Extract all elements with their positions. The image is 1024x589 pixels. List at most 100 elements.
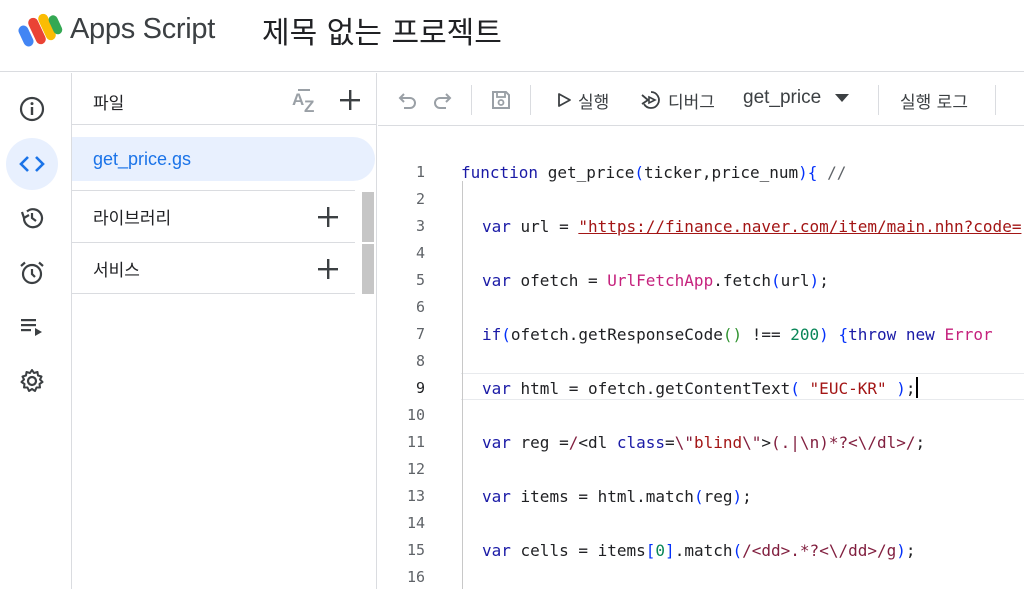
file-name: get_price.gs: [93, 149, 192, 169]
services-label: 서비스: [93, 261, 140, 281]
app-title: Apps Script: [70, 13, 215, 45]
code-line: 13 var items = html.match(reg);: [378, 483, 1024, 510]
dropdown-caret-icon: [835, 94, 850, 102]
libraries-section: 라이브러리: [72, 190, 355, 242]
code-line: 12: [378, 456, 1024, 483]
code-line: 1 function get_price(ticker,price_num){ /…: [378, 159, 1024, 186]
overview-button[interactable]: [6, 83, 58, 135]
function-select-value: get_price: [743, 87, 822, 108]
function-select[interactable]: get_price: [743, 87, 850, 109]
line-number: 5: [415, 271, 425, 289]
line-number: 7: [415, 325, 425, 343]
line-number: 15: [406, 541, 425, 559]
add-service-button[interactable]: [313, 254, 343, 284]
gear-icon: [20, 369, 44, 392]
playlist-play-icon: [21, 319, 42, 336]
toolbar-divider: [471, 85, 472, 115]
code-line: 11 var reg =/<dl class=\"blind\">(.|\n)*?…: [378, 429, 1024, 456]
app-header: Apps Script 제목 없는 프로젝트: [0, 0, 1024, 72]
file-item-get-price[interactable]: get_price.gs: [72, 137, 375, 181]
code-text: var reg =/<dl class=\"blind\">(.|\n)*?<\…: [482, 433, 926, 452]
undo-icon: [398, 93, 416, 109]
code-text: var ofetch = UrlFetchApp.fetch(url);: [482, 271, 829, 290]
line-number: 6: [415, 298, 425, 316]
editor-button[interactable]: [6, 138, 58, 190]
plus-icon: [318, 259, 338, 279]
info-icon: [19, 96, 45, 122]
apps-script-logo[interactable]: [18, 11, 64, 47]
history-icon: [20, 208, 44, 229]
code-text: var items = html.match(reg);: [482, 487, 752, 506]
svg-text:A: A: [292, 90, 304, 109]
code-line: 8: [378, 348, 1024, 375]
execution-log-button[interactable]: 실행 로그: [900, 86, 968, 114]
add-library-button[interactable]: [313, 202, 343, 232]
code-line: 2: [378, 186, 1024, 213]
save-button[interactable]: [488, 87, 514, 113]
play-icon: [558, 93, 571, 107]
files-panel: 파일 A Z get_price.gs 라이브러리 서비스: [72, 73, 377, 589]
text-cursor: [915, 377, 918, 398]
code-editor[interactable]: 1 function get_price(ticker,price_num){ /…: [378, 127, 1024, 589]
libraries-scrollbar[interactable]: [362, 192, 374, 242]
plus-icon: [318, 207, 338, 227]
triggers-button[interactable]: [6, 247, 58, 299]
toolbar-divider: [878, 85, 879, 115]
left-rail: [0, 73, 72, 589]
executions-button[interactable]: [6, 301, 58, 353]
line-number: 11: [406, 433, 425, 451]
run-button[interactable]: 실행: [556, 86, 609, 114]
save-icon: [492, 91, 510, 109]
project-history-button[interactable]: [6, 192, 58, 244]
redo-icon: [434, 93, 452, 109]
line-number: 8: [415, 352, 425, 370]
line-number: 1: [415, 163, 425, 181]
code-text: var cells = items[0].match(/<dd>.*?<\/dd…: [482, 541, 916, 560]
files-label: 파일: [93, 94, 125, 114]
files-header: 파일 A Z: [72, 73, 377, 125]
services-scrollbar[interactable]: [362, 244, 374, 294]
code-brackets-icon: [19, 156, 45, 172]
code-line: 7 if(ofetch.getResponseCode() !== 200) {t…: [378, 321, 1024, 348]
project-title[interactable]: 제목 없는 프로젝트: [262, 8, 502, 52]
code-text: var url = "https://finance.naver.com/ite…: [482, 217, 1022, 236]
code-text: var html = ofetch.getContentText( "EUC-K…: [482, 377, 918, 398]
debug-icon: [641, 91, 660, 109]
services-section: 서비스: [72, 242, 355, 294]
editor-toolbar: 실행 디버그 get_price 실행 로그: [378, 73, 1024, 126]
undo-button[interactable]: [394, 87, 420, 113]
code-line: 15 var cells = items[0].match(/<dd>.*?<\/…: [378, 537, 1024, 564]
line-number: 16: [406, 568, 425, 586]
run-label: 실행: [578, 92, 610, 113]
code-line: 14: [378, 510, 1024, 537]
code-line: 6: [378, 294, 1024, 321]
toolbar-divider: [995, 85, 996, 115]
line-number: 4: [415, 244, 425, 262]
code-line: 3 var url = "https://finance.naver.com/it…: [378, 213, 1024, 240]
code-line: 16: [378, 564, 1024, 589]
redo-button[interactable]: [430, 87, 456, 113]
line-number: 2: [415, 190, 425, 208]
line-number: 9: [415, 379, 425, 397]
line-number: 12: [406, 460, 425, 478]
line-number: 13: [406, 487, 425, 505]
line-number: 14: [406, 514, 425, 532]
sort-az-icon[interactable]: A Z: [290, 85, 322, 115]
code-line: 4: [378, 240, 1024, 267]
libraries-label: 라이브러리: [93, 209, 172, 229]
add-file-button[interactable]: [335, 85, 365, 115]
execution-log-label: 실행 로그: [900, 92, 968, 113]
alarm-clock-icon: [20, 261, 44, 285]
settings-button[interactable]: [6, 355, 58, 407]
toolbar-divider: [530, 85, 531, 115]
plus-icon: [340, 90, 360, 110]
code-line: 5 var ofetch = UrlFetchApp.fetch(url);: [378, 267, 1024, 294]
code-line: 9 var html = ofetch.getContentText( "EUC-…: [378, 375, 1024, 402]
code-text: function get_price(ticker,price_num){ //: [461, 163, 847, 182]
line-number: 10: [406, 406, 425, 424]
debug-button[interactable]: 디버그: [640, 86, 715, 114]
debug-label: 디버그: [668, 92, 715, 113]
line-number: 3: [415, 217, 425, 235]
svg-text:Z: Z: [304, 97, 314, 115]
code-line: 10: [378, 402, 1024, 429]
